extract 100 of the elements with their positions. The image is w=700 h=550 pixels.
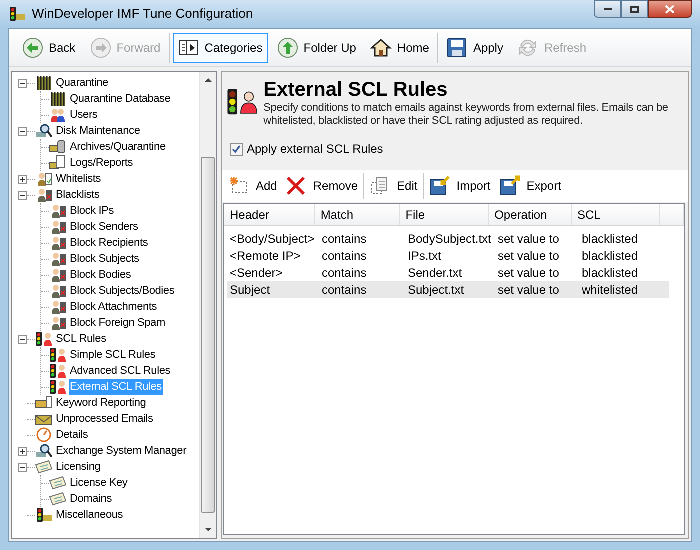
expand-icon[interactable] [18, 446, 27, 456]
person-icon [49, 315, 67, 331]
checkbox[interactable] [230, 142, 243, 156]
scrollbar[interactable] [199, 72, 216, 538]
tree-item[interactable]: Archives/Quarantine [69, 139, 167, 155]
table-cell-text: Subject.txt [407, 282, 466, 298]
tree-item[interactable]: Quarantine Database [69, 91, 172, 107]
card-icon [49, 475, 67, 491]
tree-item[interactable]: Whitelists [55, 171, 102, 187]
table-cell-text: BodySubject.txt [407, 230, 492, 248]
toolbar-button[interactable]: Remove [283, 173, 360, 199]
tree-item[interactable]: Quarantine [55, 75, 110, 91]
table-cell-text: contains [321, 264, 368, 282]
collapse-icon[interactable] [18, 190, 27, 200]
tree-item[interactable]: Block Subjects [69, 251, 140, 267]
table-cell-text: contains [321, 248, 368, 264]
toolbar-button[interactable]: Folder Up [272, 32, 362, 62]
toolbar-button[interactable]: Categories [172, 32, 268, 62]
traffic-light-icon [8, 6, 26, 22]
toolbar-button[interactable]: Apply [441, 32, 508, 62]
column-header[interactable]: File [400, 204, 489, 225]
person-icon [49, 203, 67, 219]
magnifier-icon [35, 443, 53, 459]
tree-item[interactable]: SCL Rules [55, 331, 108, 347]
tree-item[interactable]: Exchange System Manager [55, 443, 188, 459]
floppy-disk-icon [428, 175, 451, 197]
table-cell-text: set value to [497, 282, 560, 298]
toolbar-button[interactable]: Home [365, 32, 434, 62]
tree-item[interactable]: Unprocessed Emails [55, 411, 154, 427]
table-cell-text: whitelisted [581, 282, 640, 298]
close-button[interactable] [648, 0, 692, 18]
tree-item[interactable]: Users [69, 107, 99, 123]
table-cell-text: blacklisted [581, 264, 640, 282]
users-icon [49, 107, 67, 123]
tree-item[interactable]: Block IPs [69, 203, 116, 219]
tree-item[interactable]: Domains [69, 491, 114, 507]
person-icon [49, 267, 67, 283]
tree-item[interactable]: Disk Maintenance [55, 123, 142, 139]
column-header[interactable]: Operation [488, 204, 572, 225]
person-icon [49, 235, 67, 251]
table-row[interactable]: <Body/Subject> contains BodySubject.txt set value to blacklisted [227, 230, 669, 247]
table-row[interactable]: <Sender> contains Sender.txt set value to blacklisted [227, 264, 669, 281]
document-icon [49, 155, 67, 171]
floppy-disk-icon [498, 175, 521, 197]
collapse-icon[interactable] [18, 334, 27, 344]
traffic-light-icon [49, 363, 67, 379]
person-icon [49, 219, 67, 235]
database-icon [49, 139, 67, 155]
page-title: External SCL Rules [264, 78, 449, 102]
gauge-icon [35, 427, 53, 443]
toolbar-button[interactable]: Back [17, 32, 81, 62]
collapse-icon[interactable] [18, 126, 27, 136]
tree-item[interactable]: Block Bodies [69, 267, 132, 283]
toolbar-button[interactable]: Export [496, 173, 564, 199]
person-icon [49, 251, 67, 267]
person-icon [35, 187, 53, 203]
tree-item[interactable]: Block Subjects/Bodies [69, 283, 176, 299]
column-header[interactable]: Header [224, 204, 315, 225]
tree-item[interactable]: Block Attachments [69, 299, 158, 315]
maximize-button[interactable] [621, 0, 648, 18]
checkbox-label: Apply external SCL Rules [247, 141, 384, 158]
scrollbar-thumb[interactable] [201, 157, 215, 513]
table-cell-text: set value to [497, 248, 560, 264]
page-description: Specify conditions to match emails against keywords from external files. Emails can be whitelisted, blacklisted or have their SCL rating adjusted as required. [264, 102, 670, 128]
table-cell-text: set value to [497, 230, 560, 248]
table-cell-text: set value to [497, 264, 560, 282]
card-icon [49, 491, 67, 507]
collapse-icon[interactable] [18, 462, 27, 472]
table-row[interactable]: <Remote IP> contains IPs.txt set value to blacklisted [227, 247, 669, 264]
table-cell-text: blacklisted [581, 230, 640, 248]
close-icon [665, 4, 675, 14]
card-icon [35, 459, 53, 475]
tree-item[interactable]: Blacklists [55, 187, 101, 203]
tree-item[interactable]: Simple SCL Rules [69, 347, 157, 363]
column-header[interactable]: Match [314, 204, 400, 225]
table-row[interactable]: Subject contains Subject.txt set value to whitelisted [227, 281, 669, 298]
collapse-icon[interactable] [18, 78, 27, 88]
table-cell-text: <Remote IP> [229, 248, 302, 264]
cross-icon [285, 175, 308, 197]
tree-item[interactable]: Block Foreign Spam [69, 315, 166, 331]
minimize-button[interactable] [594, 0, 621, 18]
table-cell-text: <Body/Subject> [229, 230, 316, 248]
tree-item[interactable]: Details [55, 427, 90, 443]
tree-item[interactable]: Licensing [55, 459, 102, 475]
table-cell-text: <Sender> [229, 264, 284, 282]
toolbar-button[interactable]: Add [226, 173, 280, 199]
tree-item[interactable]: Miscellaneous [55, 507, 124, 523]
toolbar-button[interactable]: Edit [367, 173, 420, 199]
tree-item[interactable]: License Key [69, 475, 129, 491]
tree-item[interactable]: Block Senders [69, 219, 140, 235]
tree-item[interactable]: Advanced SCL Rules [69, 363, 172, 379]
table-cell-text: contains [321, 282, 368, 298]
table-cell-text: blacklisted [581, 248, 640, 264]
table-cell-text: IPs.txt [407, 248, 442, 264]
column-header[interactable]: SCL [572, 204, 660, 225]
toolbar-button[interactable]: Import [426, 173, 493, 199]
tree-item[interactable]: Keyword Reporting [55, 395, 148, 411]
tree-item[interactable]: Block Recipients [69, 235, 150, 251]
expand-icon[interactable] [18, 174, 27, 184]
tree-item[interactable]: Logs/Reports [69, 155, 134, 171]
